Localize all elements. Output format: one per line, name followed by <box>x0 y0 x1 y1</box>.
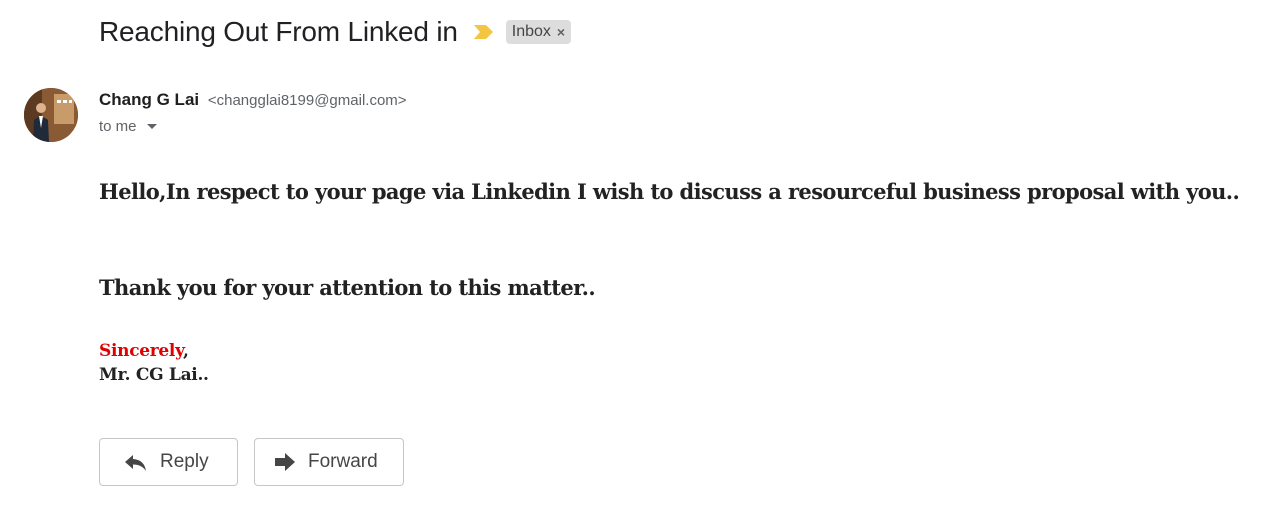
reply-arrow-icon <box>125 455 146 471</box>
recipient-text: to me <box>99 118 137 135</box>
closing-word: Sincerely <box>99 341 184 361</box>
signature: Mr. CG Lai.. <box>99 365 209 385</box>
importance-marker-icon[interactable] <box>472 23 496 41</box>
recipient-row: to me <box>99 118 157 135</box>
closing-punctuation: , <box>183 341 189 361</box>
remove-label-icon[interactable]: × <box>557 24 565 40</box>
chevron-down-icon[interactable] <box>146 124 157 129</box>
sender-row: Chang G Lai <changglai8199@gmail.com> <box>99 90 407 110</box>
sender-name[interactable]: Chang G Lai <box>99 90 199 109</box>
forward-arrow-icon <box>275 453 295 471</box>
closing-line: Sincerely, <box>99 341 189 361</box>
reply-button[interactable]: Reply <box>99 438 238 486</box>
inbox-label-chip[interactable]: Inbox × <box>505 20 572 44</box>
body-paragraph-1: Hello,In respect to your page via Linked… <box>99 179 1240 204</box>
reply-label: Reply <box>160 451 209 472</box>
forward-button[interactable]: Forward <box>254 438 404 486</box>
body-paragraph-2: Thank you for your attention to this mat… <box>99 275 596 300</box>
label-text: Inbox <box>511 23 551 40</box>
subject-row: Reaching Out From Linked in Inbox × <box>99 12 572 52</box>
avatar[interactable] <box>24 88 78 142</box>
email-subject: Reaching Out From Linked in <box>99 16 458 47</box>
sender-email: <changglai8199@gmail.com> <box>207 92 407 109</box>
forward-label: Forward <box>308 451 378 472</box>
